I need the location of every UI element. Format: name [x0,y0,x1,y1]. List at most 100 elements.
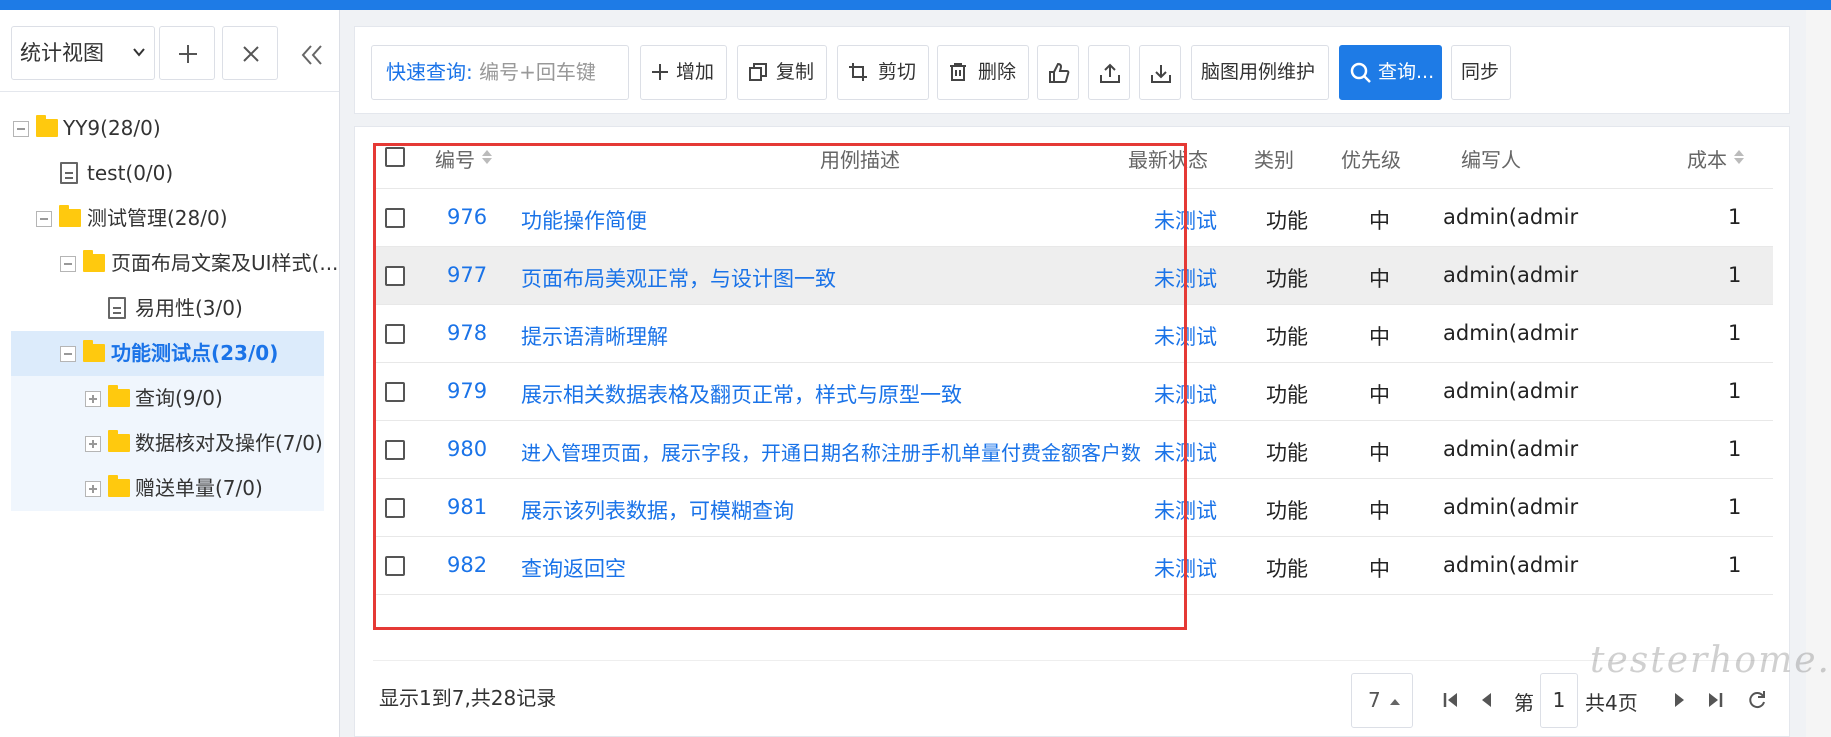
case-priority: 中 [1369,325,1390,349]
table-row[interactable]: 979 展示相关数据表格及翻页正常，样式与原型一致 未测试 功能 中 admin… [373,363,1773,421]
case-id[interactable]: 978 [447,321,487,345]
case-status[interactable]: 未测试 [1154,437,1217,467]
sort-icon[interactable] [482,150,492,164]
next-page-icon[interactable] [1673,690,1687,710]
first-page-icon[interactable] [1442,690,1460,710]
page-size-select[interactable]: 7 [1351,673,1413,728]
refresh-icon[interactable] [1747,690,1767,710]
case-table-panel: 编号 用例描述 最新状态 类别 优先级 编写人 成本 976 功能操作简便 未测… [354,126,1790,737]
thumbs-up-button[interactable] [1037,45,1079,100]
case-cost: 1 [1728,379,1742,403]
tree-node-layout-ui[interactable]: 页面布局文案及UI样式(... [11,241,338,286]
expand-toggle-icon[interactable] [85,436,101,452]
quick-search-input[interactable]: 快速查询: 编号+回车键 [371,45,629,100]
select-all-checkbox[interactable] [385,147,405,167]
case-category: 功能 [1266,383,1308,407]
case-status[interactable]: 未测试 [1154,379,1217,409]
case-description[interactable]: 查询返回空 [521,553,626,583]
page-scrollbar[interactable] [1806,10,1831,737]
case-status[interactable]: 未测试 [1154,205,1217,235]
table-row[interactable]: 978 提示语清晰理解 未测试 功能 中 admin(admir 1 [373,305,1773,363]
case-id[interactable]: 979 [447,379,487,403]
sync-button[interactable]: 同步 [1451,45,1511,100]
query-button[interactable]: 查询... [1339,45,1442,100]
previous-page-icon[interactable] [1479,690,1493,710]
column-header-cost[interactable]: 成本 [1687,144,1727,173]
tree-node-label: test(0/0) [87,161,174,185]
case-id[interactable]: 982 [447,553,487,577]
row-checkbox[interactable] [385,382,405,402]
caret-up-icon [1390,699,1400,705]
column-header-priority: 优先级 [1341,148,1401,172]
delete-button[interactable]: 删除 [937,45,1029,100]
tree-node-gift-orders[interactable]: 赠送单量(7/0) [11,466,324,511]
tree-node-function-test[interactable]: 功能测试点(23/0) [11,331,324,376]
tree-node-test[interactable]: test(0/0) [11,151,324,196]
collapse-toggle-icon[interactable] [36,211,52,227]
import-button[interactable] [1139,45,1181,100]
case-category: 功能 [1266,441,1308,465]
case-id[interactable]: 980 [447,437,487,461]
tree-node-query[interactable]: 查询(9/0) [11,376,324,421]
close-icon [243,46,259,62]
add-node-button[interactable] [159,26,215,80]
case-description[interactable]: 展示相关数据表格及翻页正常，样式与原型一致 [521,379,962,409]
case-description[interactable]: 提示语清晰理解 [521,321,668,351]
case-id[interactable]: 981 [447,495,487,519]
case-status[interactable]: 未测试 [1154,553,1217,583]
collapse-toggle-icon[interactable] [60,346,76,362]
collapse-toggle-icon[interactable] [13,121,29,137]
column-header-desc: 用例描述 [820,148,900,172]
mindmap-button[interactable]: 脑图用例维护 [1191,45,1329,100]
case-status[interactable]: 未测试 [1154,321,1217,351]
tree-node-usability[interactable]: 易用性(3/0) [11,286,324,331]
remove-node-button[interactable] [222,26,278,80]
case-status[interactable]: 未测试 [1154,495,1217,525]
column-header-status: 最新状态 [1128,148,1208,172]
case-id[interactable]: 977 [447,263,487,287]
row-checkbox[interactable] [385,498,405,518]
sort-icon[interactable] [1734,150,1744,164]
case-category: 功能 [1266,267,1308,291]
record-summary: 显示1到7,共28记录 [379,686,557,710]
page-number-input[interactable]: 1 [1540,673,1578,728]
expand-toggle-icon[interactable] [85,481,101,497]
top-accent-bar [0,0,1831,10]
case-status[interactable]: 未测试 [1154,263,1217,293]
double-chevron-left-icon[interactable] [298,43,326,67]
row-checkbox[interactable] [385,556,405,576]
row-checkbox[interactable] [385,266,405,286]
add-button-label: 增加 [676,61,715,83]
case-description[interactable]: 功能操作简便 [521,205,647,235]
case-author: admin(admir [1443,379,1579,403]
export-button[interactable] [1088,45,1130,100]
table-row[interactable]: 980 进入管理页面，展示字段，开通日期名称注册手机单量付费金额客户数 未测试 … [373,421,1773,479]
view-select[interactable]: 统计视图 [11,26,155,80]
case-description[interactable]: 进入管理页面，展示字段，开通日期名称注册手机单量付费金额客户数 [521,437,1141,466]
collapse-toggle-icon[interactable] [60,256,76,272]
row-checkbox[interactable] [385,208,405,228]
row-checkbox[interactable] [385,324,405,344]
case-description[interactable]: 页面布局美观正常，与设计图一致 [521,263,836,293]
tree-node-label: 赠送单量(7/0) [135,476,263,500]
tree-node-data-check[interactable]: 数据核对及操作(7/0) [11,421,324,466]
row-checkbox[interactable] [385,440,405,460]
case-description[interactable]: 展示该列表数据，可模糊查询 [521,495,794,525]
cut-button[interactable]: 剪切 [837,45,929,100]
chevron-down-icon [133,48,145,57]
footer-divider [373,660,1773,661]
download-icon [1151,65,1171,83]
table-row[interactable]: 982 查询返回空 未测试 功能 中 admin(admir 1 [373,537,1773,595]
copy-button[interactable]: 复制 [737,45,827,100]
column-header-id[interactable]: 编号 [435,144,475,173]
add-button[interactable]: 增加 [640,45,727,100]
tree-node-test-management[interactable]: 测试管理(28/0) [11,196,324,241]
case-id[interactable]: 976 [447,205,487,229]
last-page-icon[interactable] [1706,690,1724,710]
folder-icon [108,475,130,497]
table-row[interactable]: 981 展示该列表数据，可模糊查询 未测试 功能 中 admin(admir 1 [373,479,1773,537]
expand-toggle-icon[interactable] [85,391,101,407]
table-row[interactable]: 976 功能操作简便 未测试 功能 中 admin(admir 1 [373,189,1773,247]
table-row[interactable]: 977 页面布局美观正常，与设计图一致 未测试 功能 中 admin(admir… [373,247,1773,305]
tree-node-yy9[interactable]: YY9(28/0) [11,106,324,151]
